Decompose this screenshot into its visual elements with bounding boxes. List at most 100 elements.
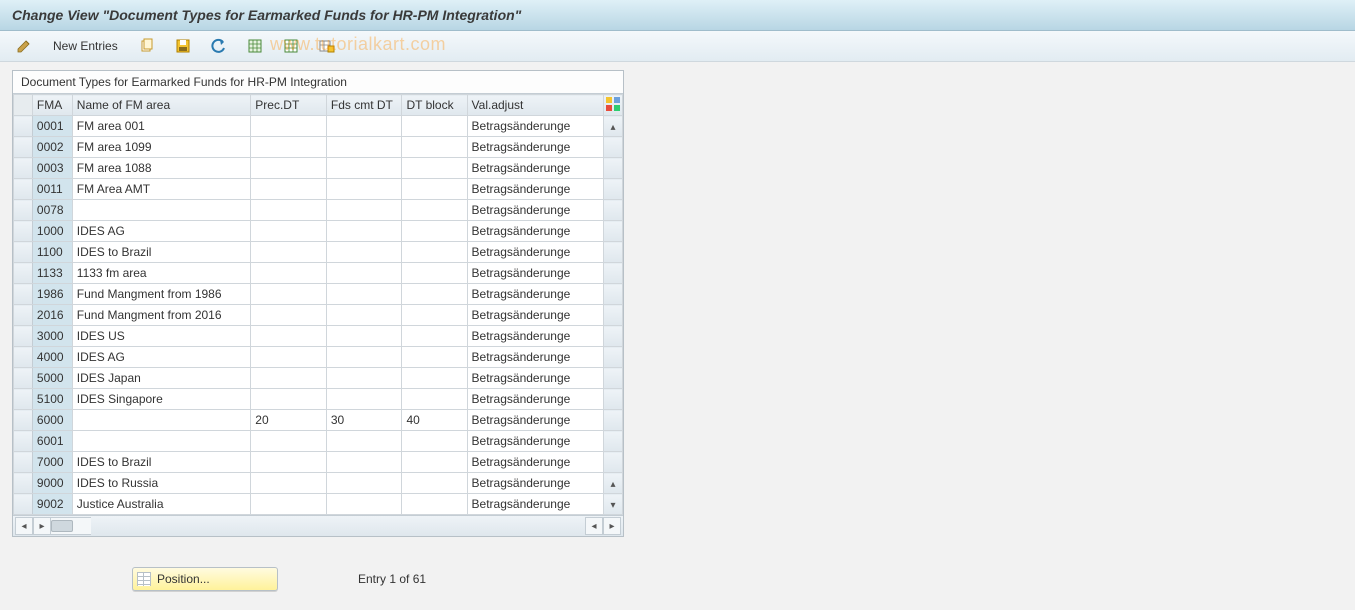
vscroll-cell[interactable] [604,221,623,242]
cell-fds[interactable] [326,305,402,326]
table-row[interactable]: 1000IDES AGBetragsänderunge [14,221,623,242]
scroll-right-button-2[interactable]: ▸ [603,517,621,535]
cell-name[interactable]: IDES US [72,326,250,347]
vscroll-cell[interactable]: ▴ [604,473,623,494]
vscroll-cell[interactable] [604,347,623,368]
header-fma[interactable]: FMA [32,95,72,116]
hscroll-track-left[interactable] [51,517,91,535]
header-select[interactable] [14,95,33,116]
vscroll-cell[interactable] [604,305,623,326]
vscroll-cell[interactable] [604,389,623,410]
row-selector[interactable] [14,410,33,431]
cell-valadjust[interactable]: Betragsänderunge [467,221,604,242]
cell-dtb[interactable] [402,284,467,305]
cell-fds[interactable] [326,452,402,473]
cell-fma[interactable]: 1133 [32,263,72,284]
cell-fma[interactable]: 5100 [32,389,72,410]
cell-name[interactable]: IDES Japan [72,368,250,389]
cell-dtb[interactable] [402,179,467,200]
cell-prec[interactable] [251,242,327,263]
cell-fds[interactable] [326,326,402,347]
cell-prec[interactable] [251,473,327,494]
cell-prec[interactable] [251,347,327,368]
cell-prec[interactable] [251,179,327,200]
cell-name[interactable]: FM area 001 [72,116,250,137]
cell-name[interactable]: IDES Singapore [72,389,250,410]
cell-valadjust[interactable]: Betragsänderunge [467,473,604,494]
vscroll-cell[interactable] [604,284,623,305]
row-selector[interactable] [14,326,33,347]
cell-prec[interactable] [251,494,327,515]
cell-prec[interactable] [251,284,327,305]
header-dtblock[interactable]: DT block [402,95,467,116]
cell-fds[interactable] [326,221,402,242]
cell-valadjust[interactable]: Betragsänderunge [467,452,604,473]
cell-fma[interactable]: 3000 [32,326,72,347]
row-selector[interactable] [14,242,33,263]
cell-fma[interactable]: 1100 [32,242,72,263]
cell-dtb[interactable] [402,305,467,326]
row-selector[interactable] [14,179,33,200]
cell-name[interactable]: IDES to Brazil [72,242,250,263]
scroll-left-button-2[interactable]: ◂ [585,517,603,535]
cell-prec[interactable] [251,431,327,452]
row-selector[interactable] [14,452,33,473]
cell-prec[interactable] [251,368,327,389]
header-valadjust[interactable]: Val.adjust [467,95,604,116]
cell-prec[interactable] [251,200,327,221]
row-selector[interactable] [14,263,33,284]
cell-name[interactable]: FM area 1099 [72,137,250,158]
cell-dtb[interactable] [402,368,467,389]
cell-fma[interactable]: 1986 [32,284,72,305]
table-row[interactable]: 6000203040Betragsänderunge [14,410,623,431]
cell-fds[interactable] [326,263,402,284]
table-row[interactable]: 1986Fund Mangment from 1986Betragsänderu… [14,284,623,305]
cell-valadjust[interactable]: Betragsänderunge [467,305,604,326]
cell-prec[interactable] [251,116,327,137]
table-row[interactable]: 5100IDES SingaporeBetragsänderunge [14,389,623,410]
row-selector[interactable] [14,116,33,137]
cell-prec[interactable] [251,221,327,242]
row-selector[interactable] [14,494,33,515]
cell-name[interactable]: Fund Mangment from 2016 [72,305,250,326]
cell-dtb[interactable] [402,221,467,242]
cell-prec[interactable] [251,389,327,410]
row-selector[interactable] [14,221,33,242]
row-selector[interactable] [14,473,33,494]
vscroll-cell[interactable]: ▴ [604,116,623,137]
cell-valadjust[interactable]: Betragsänderunge [467,326,604,347]
cell-dtb[interactable] [402,116,467,137]
row-selector[interactable] [14,431,33,452]
cell-fma[interactable]: 0002 [32,137,72,158]
row-selector[interactable] [14,137,33,158]
cell-prec[interactable] [251,263,327,284]
cell-valadjust[interactable]: Betragsänderunge [467,347,604,368]
cell-valadjust[interactable]: Betragsänderunge [467,263,604,284]
cell-fds[interactable] [326,179,402,200]
cell-fds[interactable] [326,116,402,137]
cell-dtb[interactable] [402,452,467,473]
vscroll-cell[interactable] [604,431,623,452]
vscroll-cell[interactable]: ▾ [604,494,623,515]
table-row[interactable]: 3000IDES US Betragsänderunge [14,326,623,347]
copy-button[interactable] [131,34,163,58]
cell-valadjust[interactable]: Betragsänderunge [467,410,604,431]
cell-prec[interactable] [251,452,327,473]
cell-fma[interactable]: 6000 [32,410,72,431]
row-selector[interactable] [14,305,33,326]
vscroll-cell[interactable] [604,179,623,200]
vscroll-cell[interactable] [604,368,623,389]
cell-dtb[interactable] [402,263,467,284]
cell-dtb[interactable] [402,200,467,221]
table-row[interactable]: 0001FM area 001Betragsänderunge▴ [14,116,623,137]
undo-button[interactable] [203,34,235,58]
cell-valadjust[interactable]: Betragsänderunge [467,368,604,389]
row-selector[interactable] [14,389,33,410]
cell-fma[interactable]: 7000 [32,452,72,473]
cell-name[interactable]: IDES AG [72,347,250,368]
cell-prec[interactable]: 20 [251,410,327,431]
row-selector[interactable] [14,347,33,368]
cell-fma[interactable]: 2016 [32,305,72,326]
configure-columns-button[interactable] [604,95,623,116]
table-row[interactable]: 11331133 fm areaBetragsänderunge [14,263,623,284]
